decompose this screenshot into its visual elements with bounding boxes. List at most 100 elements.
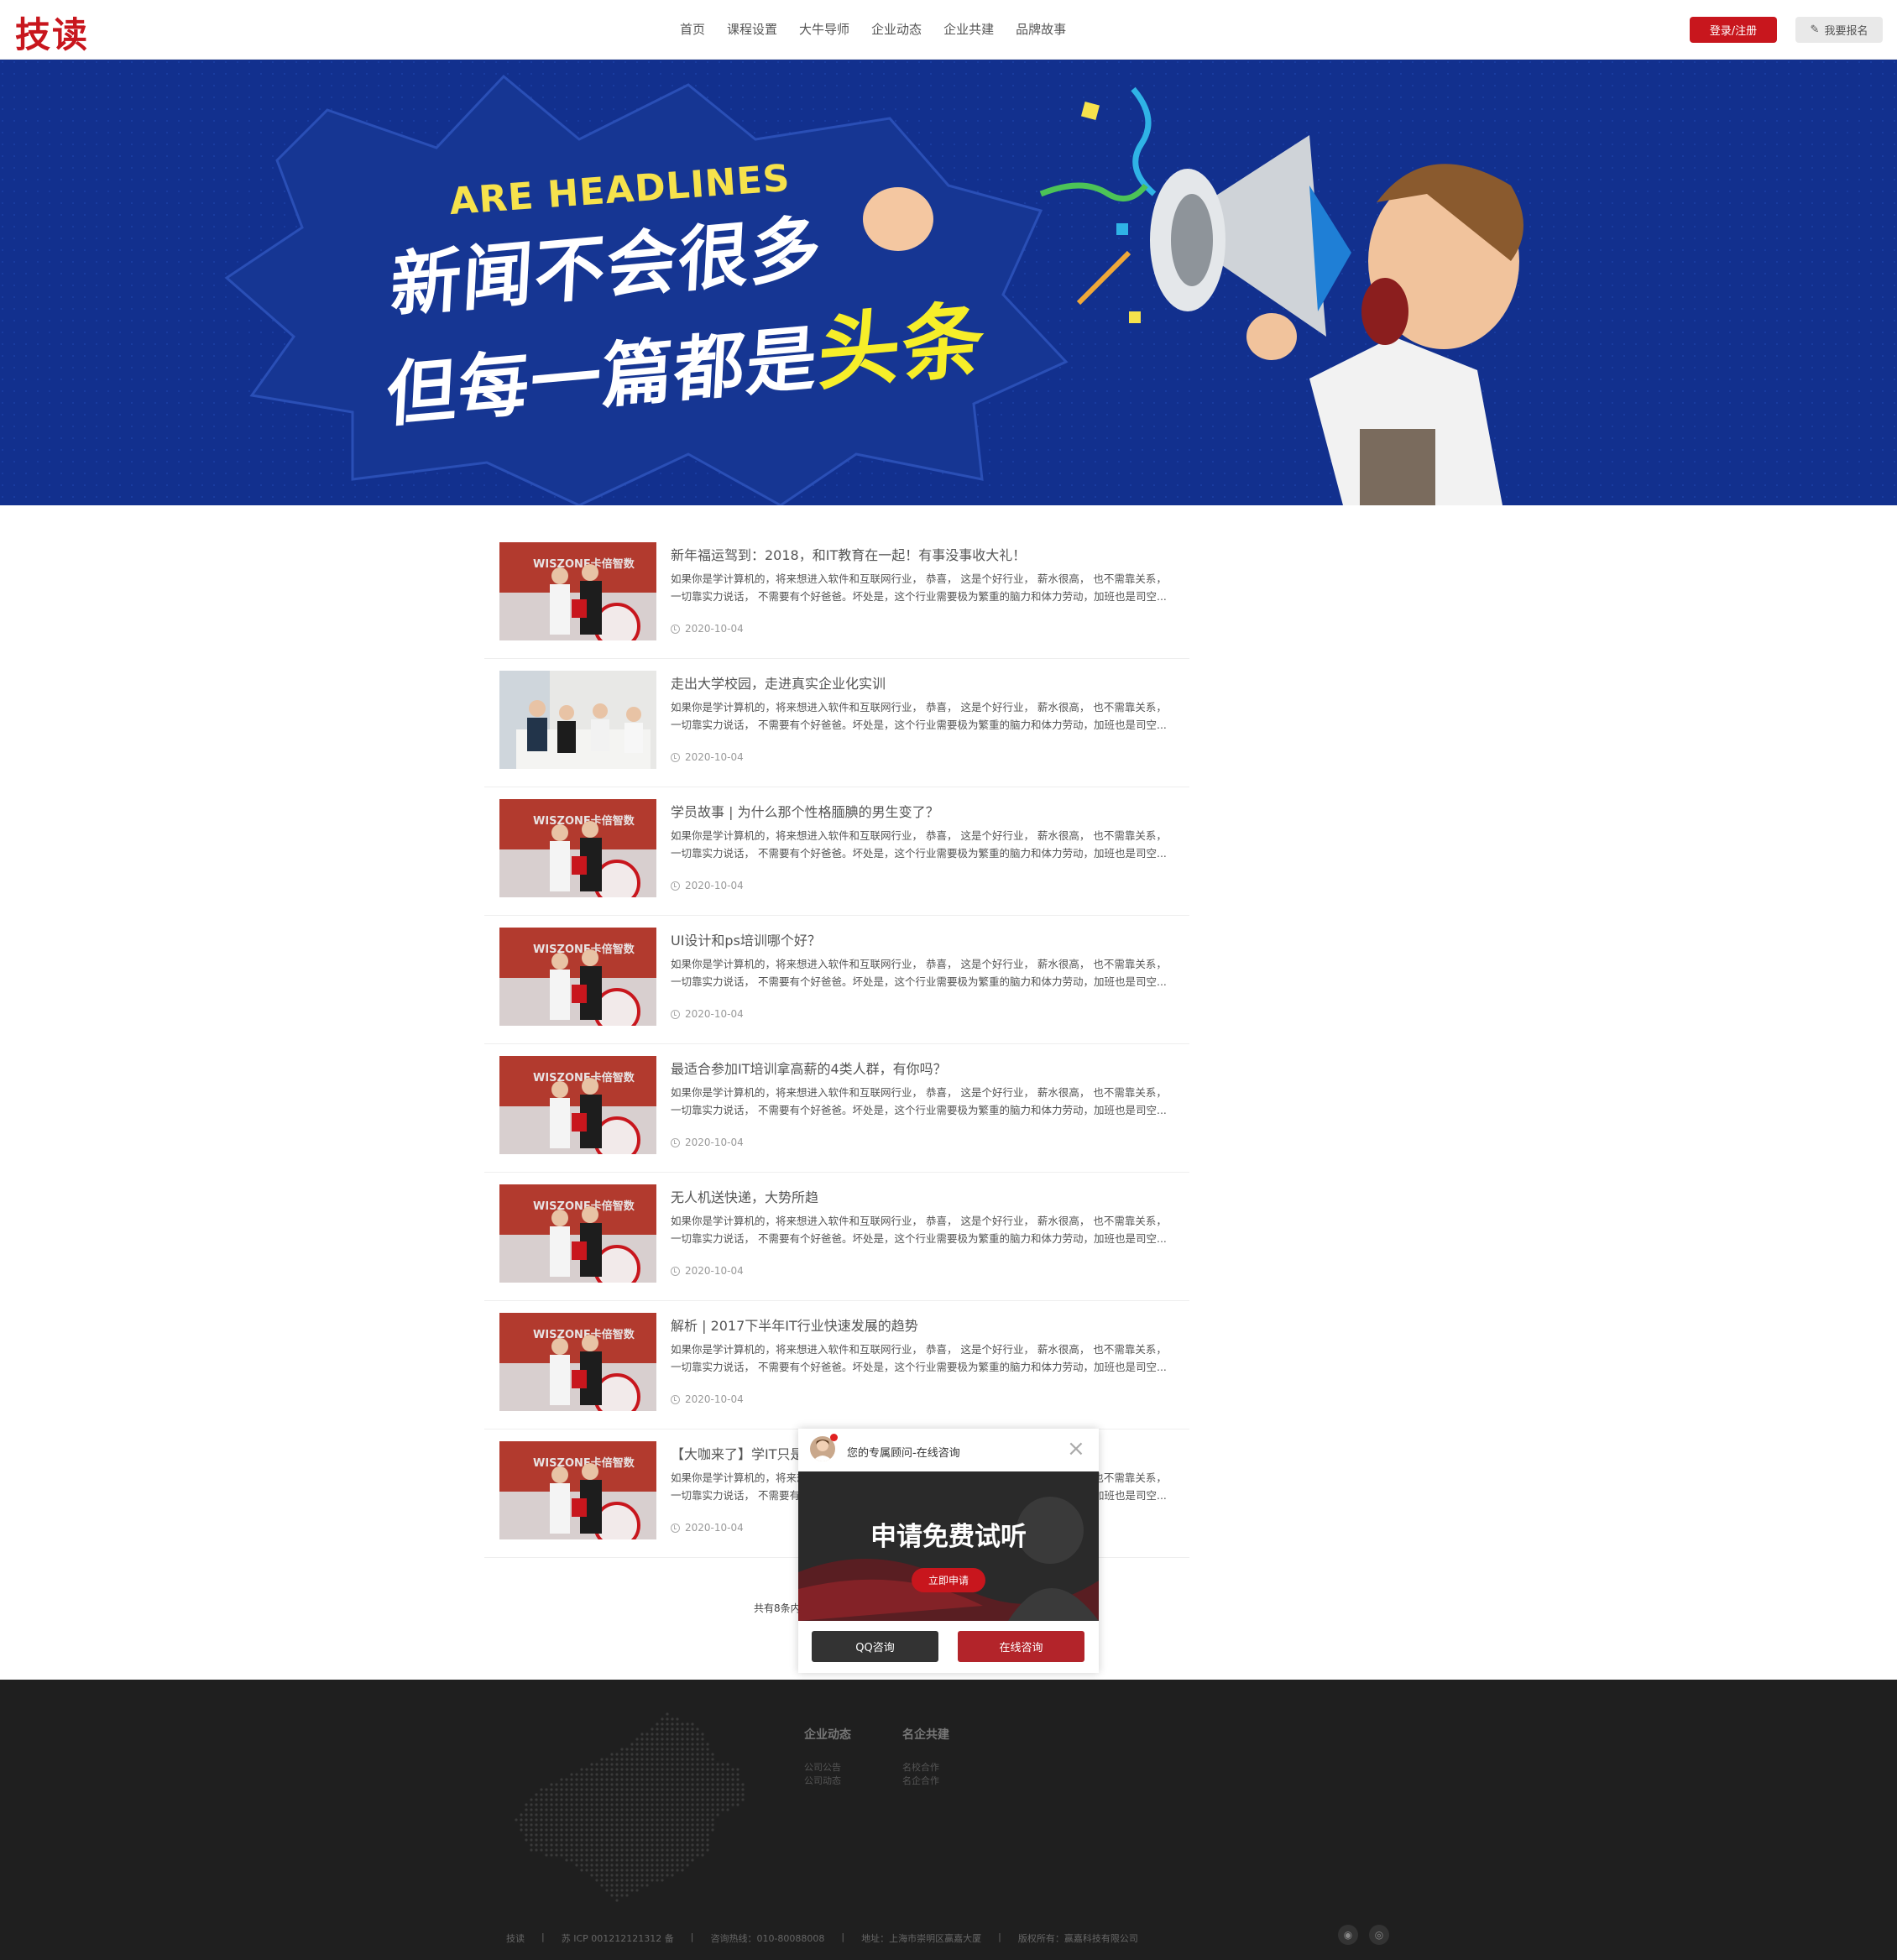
news-excerpt: 如果你是学计算机的，将来想进入软件和互联网行业， 恭喜， 这是个好行业， 薪水很…	[671, 1084, 1174, 1119]
footer-link[interactable]: 公司公告	[804, 1761, 851, 1774]
footer-col-news: 企业动态 公司公告 公司动态	[804, 1726, 851, 1788]
news-thumbnail[interactable]: WISZONE卡倍智数	[499, 928, 656, 1026]
news-excerpt-line: 如果你是学计算机的，将来想进入软件和互联网行业， 恭喜， 这是个好行业， 薪水很…	[671, 829, 1167, 842]
news-date: 2020-10-04	[671, 1008, 744, 1020]
news-date-text: 2020-10-04	[685, 1393, 744, 1405]
news-excerpt-line: 一切靠实力说话， 不需要有个好爸爸。坏处是，这个行业需要极为繁重的脑力和体力劳动…	[671, 1361, 1167, 1373]
news-excerpt-line: 一切靠实力说话， 不需要有个好爸爸。坏处是，这个行业需要极为繁重的脑力和体力劳动…	[671, 975, 1167, 988]
nav-item-home[interactable]: 首页	[680, 20, 705, 38]
news-item[interactable]: WISZONE卡倍智数 最适合参加IT培训拿高薪的4类人群，有你吗？ 如果你是学…	[484, 1044, 1189, 1173]
consult-popup: 您的专属顾问-在线咨询 × 申请免费试听 立即申请 QQ咨询 在线咨询	[798, 1429, 1099, 1673]
clock-icon	[671, 624, 680, 634]
nav-item-partners[interactable]: 企业共建	[943, 20, 994, 38]
footer-link[interactable]: 名企合作	[902, 1774, 949, 1788]
footer-hotline: 咨询热线：010-80088008	[710, 1933, 825, 1944]
qq-consult-button[interactable]: QQ咨询	[812, 1631, 938, 1662]
news-title[interactable]: 学员故事 | 为什么那个性格腼腆的男生变了？	[671, 801, 939, 821]
news-item[interactable]: WISZONE卡倍智数 无人机送快递，大势所趋 如果你是学计算机的，将来想进入软…	[484, 1173, 1189, 1301]
signup-button-label: 我要报名	[1824, 25, 1868, 38]
news-item[interactable]: WISZONE卡倍智数 解析 | 2017下半年IT行业快速发展的趋势 如果你是…	[484, 1301, 1189, 1429]
news-excerpt-line: 如果你是学计算机的，将来想进入软件和互联网行业， 恭喜， 这是个好行业， 薪水很…	[671, 572, 1167, 585]
popup-header: 您的专属顾问-在线咨询 ×	[798, 1429, 1099, 1471]
news-excerpt: 如果你是学计算机的，将来想进入软件和互联网行业， 恭喜， 这是个好行业， 薪水很…	[671, 1341, 1174, 1376]
news-excerpt-line: 如果你是学计算机的，将来想进入软件和互联网行业， 恭喜， 这是个好行业， 薪水很…	[671, 1086, 1167, 1099]
news-excerpt: 如果你是学计算机的，将来想进入软件和互联网行业， 恭喜， 这是个好行业， 薪水很…	[671, 1212, 1174, 1247]
footer-col-title: 名企共建	[902, 1728, 949, 1742]
news-title[interactable]: UI设计和ps培训哪个好？	[671, 929, 821, 949]
clock-icon	[671, 1523, 680, 1533]
news-date-text: 2020-10-04	[685, 1265, 744, 1277]
nav-item-mentors[interactable]: 大牛导师	[799, 20, 849, 38]
nav-item-brand-story[interactable]: 品牌故事	[1016, 20, 1066, 38]
news-thumbnail[interactable]: WISZONE卡倍智数	[499, 1056, 656, 1154]
news-date: 2020-10-04	[671, 880, 744, 891]
news-item[interactable]: 走出大学校园，走进真实企业化实训 如果你是学计算机的，将来想进入软件和互联网行业…	[484, 659, 1189, 787]
news-list: WISZONE卡倍智数 新年福运驾到：2018，和IT教育在一起！有事没事收大礼…	[484, 531, 1189, 1558]
footer-col-partners: 名企共建 名校合作 名企合作	[902, 1726, 949, 1788]
news-date: 2020-10-04	[671, 1522, 744, 1534]
footer-brand: 技读	[506, 1933, 525, 1944]
news-excerpt: 如果你是学计算机的，将来想进入软件和互联网行业， 恭喜， 这是个好行业， 薪水很…	[671, 570, 1174, 605]
clock-icon	[671, 881, 680, 891]
news-thumbnail[interactable]: WISZONE卡倍智数	[499, 799, 656, 897]
footer-copyright: 版权所有：赢嘉科技有限公司	[1017, 1933, 1138, 1944]
footer-link[interactable]: 名校合作	[902, 1761, 949, 1774]
news-date-text: 2020-10-04	[685, 751, 744, 763]
nav-item-courses[interactable]: 课程设置	[727, 20, 777, 38]
news-date: 2020-10-04	[671, 1137, 744, 1148]
signup-button[interactable]: ✎ 我要报名	[1795, 17, 1883, 43]
clock-icon	[671, 1266, 680, 1276]
pencil-icon: ✎	[1810, 24, 1820, 36]
news-date-text: 2020-10-04	[685, 623, 744, 635]
wechat-icon[interactable]: ◎	[1369, 1925, 1389, 1945]
news-item[interactable]: WISZONE卡倍智数 新年福运驾到：2018，和IT教育在一起！有事没事收大礼…	[484, 531, 1189, 659]
news-excerpt-line: 一切靠实力说话， 不需要有个好爸爸。坏处是，这个行业需要极为繁重的脑力和体力劳动…	[671, 719, 1167, 731]
news-excerpt-line: 如果你是学计算机的，将来想进入软件和互联网行业， 恭喜， 这是个好行业， 薪水很…	[671, 701, 1167, 713]
news-excerpt: 如果你是学计算机的，将来想进入软件和互联网行业， 恭喜， 这是个好行业， 薪水很…	[671, 698, 1174, 734]
popup-promo: 申请免费试听 立即申请	[798, 1471, 1099, 1621]
news-thumbnail[interactable]: WISZONE卡倍智数	[499, 542, 656, 640]
close-icon[interactable]: ×	[1067, 1438, 1085, 1460]
news-item[interactable]: WISZONE卡倍智数 学员故事 | 为什么那个性格腼腆的男生变了？ 如果你是学…	[484, 787, 1189, 916]
news-excerpt-line: 一切靠实力说话， 不需要有个好爸爸。坏处是，这个行业需要极为繁重的脑力和体力劳动…	[671, 1232, 1167, 1245]
popup-heading: 申请免费试听	[870, 1522, 1027, 1552]
news-excerpt: 如果你是学计算机的，将来想进入软件和互联网行业， 恭喜， 这是个好行业， 薪水很…	[671, 955, 1174, 990]
notification-dot	[830, 1434, 838, 1441]
hero-banner: ARE HEADLINES 新闻不会很多 但每一篇都是头条	[0, 60, 1897, 505]
news-excerpt-line: 如果你是学计算机的，将来想进入软件和互联网行业， 恭喜， 这是个好行业， 薪水很…	[671, 958, 1167, 970]
popup-title: 您的专属顾问-在线咨询	[847, 1447, 960, 1460]
news-excerpt-line: 一切靠实力说话， 不需要有个好爸爸。坏处是，这个行业需要极为繁重的脑力和体力劳动…	[671, 1104, 1167, 1116]
news-title[interactable]: 【大咖来了】学IT只是	[671, 1443, 804, 1463]
apply-now-button[interactable]: 立即申请	[912, 1568, 985, 1592]
news-thumbnail[interactable]: WISZONE卡倍智数	[499, 1441, 656, 1539]
news-date: 2020-10-04	[671, 1393, 744, 1405]
footer-col-title: 企业动态	[804, 1728, 851, 1742]
nav-item-news[interactable]: 企业动态	[871, 20, 922, 38]
footer-icp: 苏 ICP 001212121312 备	[561, 1933, 674, 1944]
news-date-text: 2020-10-04	[685, 880, 744, 891]
site-logo[interactable]: 技读	[15, 7, 89, 58]
news-item[interactable]: WISZONE卡倍智数 UI设计和ps培训哪个好？ 如果你是学计算机的，将来想进…	[484, 916, 1189, 1044]
news-title[interactable]: 无人机送快递，大势所趋	[671, 1186, 818, 1206]
login-register-button[interactable]: 登录/注册	[1690, 17, 1777, 43]
pagination-summary: 共有8条内	[754, 1602, 801, 1614]
news-thumbnail[interactable]: WISZONE卡倍智数	[499, 1184, 656, 1283]
news-title[interactable]: 最适合参加IT培训拿高薪的4类人群，有你吗？	[671, 1058, 947, 1078]
news-title[interactable]: 解析 | 2017下半年IT行业快速发展的趋势	[671, 1315, 918, 1335]
news-date: 2020-10-04	[671, 623, 744, 635]
weibo-icon[interactable]: ◉	[1338, 1925, 1358, 1945]
news-thumbnail[interactable]	[499, 671, 656, 769]
footer-address: 地址：上海市崇明区赢嘉大厦	[861, 1933, 982, 1944]
clock-icon	[671, 1137, 680, 1147]
news-thumbnail[interactable]: WISZONE卡倍智数	[499, 1313, 656, 1411]
site-header: 技读 首页 课程设置 大牛导师 企业动态 企业共建 品牌故事 登录/注册 ✎ 我…	[0, 0, 1897, 60]
footer-link[interactable]: 公司动态	[804, 1774, 851, 1788]
china-map-graphic	[515, 1712, 745, 1902]
clock-icon	[671, 752, 680, 762]
news-excerpt-line: 一切靠实力说话， 不需要有个好爸爸。坏处是，这个行业需要极为繁重的脑力和体力劳动…	[671, 847, 1167, 860]
online-consult-button[interactable]: 在线咨询	[958, 1631, 1084, 1662]
news-title[interactable]: 新年福运驾到：2018，和IT教育在一起！有事没事收大礼！	[671, 544, 1026, 564]
main-nav: 首页 课程设置 大牛导师 企业动态 企业共建 品牌故事	[680, 20, 1088, 38]
news-title[interactable]: 走出大学校园，走进真实企业化实训	[671, 672, 886, 693]
news-date: 2020-10-04	[671, 751, 744, 763]
